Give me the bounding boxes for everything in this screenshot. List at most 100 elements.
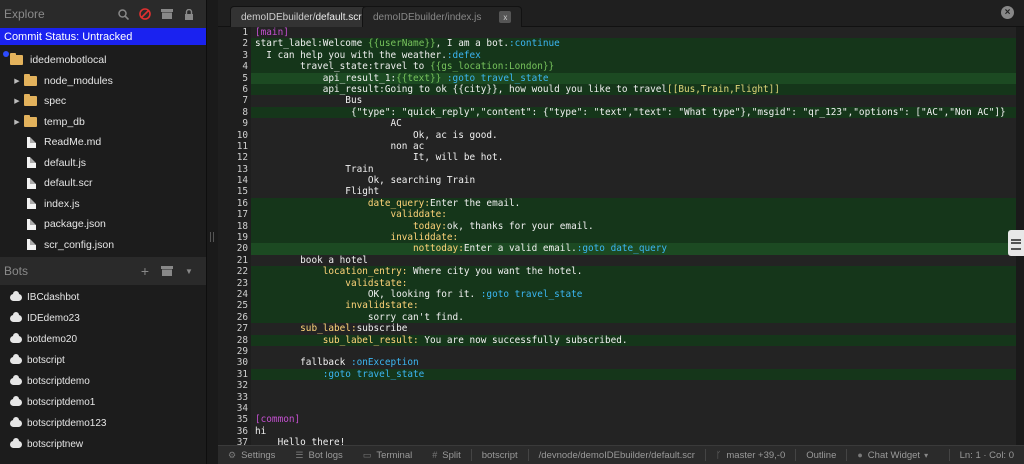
line-number: 29 <box>218 345 251 358</box>
tree-file[interactable]: default.js <box>0 153 206 174</box>
bot-name: botscriptnew <box>27 439 84 450</box>
code-token: Enter a valid email. <box>463 243 577 255</box>
bot-list-item[interactable]: botscriptdemo1 <box>0 392 206 413</box>
split-button[interactable]: # Split <box>422 446 471 464</box>
code-line[interactable]: 37 Hello there! <box>218 437 1016 445</box>
panel-splitter[interactable] <box>207 0 218 464</box>
bot-list-item[interactable]: botscriptdemo <box>0 371 206 392</box>
bot-list-item[interactable]: IDEdemo23 <box>0 308 206 329</box>
terminal-label: Terminal <box>376 449 413 461</box>
bot-list-item[interactable]: botdemo20 <box>0 329 206 350</box>
split-icon: # <box>432 450 438 460</box>
code-line[interactable]: 8 {"type": "quick_reply","content": {"ty… <box>218 106 1016 119</box>
code-line[interactable]: 14 Ok, searching Train <box>218 175 1016 187</box>
bot-logs-button[interactable]: ☰ Bot logs <box>285 446 352 464</box>
add-bot-icon[interactable]: + <box>134 261 156 281</box>
code-line[interactable]: 12 It, will be hot. <box>218 152 1016 164</box>
commit-status[interactable]: Commit Status: Untracked <box>0 28 206 45</box>
bot-name: botscriptdemo123 <box>27 418 107 429</box>
code-line[interactable]: 17 validdate: <box>218 209 1016 221</box>
git-branch[interactable]: ᚴ master +39,-0 <box>706 446 795 464</box>
chat-widget-button[interactable]: ● Chat Widget ▾ <box>847 446 938 464</box>
code-line[interactable]: 5 api_result_1:{{text}} :goto travel_sta… <box>218 72 1016 84</box>
code-line[interactable]: 9 AC <box>218 118 1016 130</box>
code-token: Ok, searching Train <box>255 175 476 187</box>
line-number: 28 <box>218 334 251 346</box>
code-line[interactable]: 18 today:ok, thanks for your email. <box>218 220 1016 233</box>
search-icon[interactable] <box>112 4 134 24</box>
outline-button[interactable]: Outline <box>796 446 846 464</box>
code-line[interactable]: 1 [main] <box>218 27 1016 39</box>
line-number: 30 <box>218 357 251 369</box>
code-line[interactable]: 24 OK, looking for it. :goto travel_stat… <box>218 288 1016 301</box>
code-line[interactable]: 11 non ac <box>218 140 1016 153</box>
bot-name: botscriptdemo <box>27 376 90 387</box>
code-line[interactable]: 10 Ok, ac is good. <box>218 129 1016 141</box>
chevron-right-icon[interactable]: ▶ <box>10 118 24 126</box>
tree-file[interactable]: index.js <box>0 194 206 215</box>
code-line[interactable]: 26 sorry can't find. <box>218 311 1016 324</box>
code-line[interactable]: 16 date_query:Enter the email. <box>218 197 1016 210</box>
code-text: Ok, searching Train <box>251 175 1016 186</box>
tree-item-label: ReadMe.md <box>44 136 102 149</box>
code-line[interactable]: 29 <box>218 345 1016 358</box>
bot-list-item[interactable]: IBCdashbot <box>0 287 206 308</box>
bot-selector[interactable]: botscript <box>472 446 528 464</box>
no-entry-icon[interactable] <box>134 4 156 24</box>
code-line[interactable]: 33 <box>218 391 1016 403</box>
package-icon[interactable] <box>156 261 178 281</box>
chevron-right-icon[interactable]: ▶ <box>10 77 24 85</box>
code-line[interactable]: 23 validstate: <box>218 277 1016 289</box>
tree-file[interactable]: package.json <box>0 214 206 235</box>
code-line[interactable]: 7 Bus <box>218 95 1016 107</box>
terminal-button[interactable]: ▭ Terminal <box>353 446 422 464</box>
bot-name: botscriptdemo1 <box>27 397 96 408</box>
code-line[interactable]: 20 nottoday:Enter a valid email.:goto da… <box>218 243 1016 255</box>
bot-list-item[interactable]: botscript <box>0 350 206 371</box>
tree-file[interactable]: scr_config.json <box>0 235 206 256</box>
close-editor-icon[interactable]: × <box>1001 6 1014 19</box>
code-line[interactable]: 2 start_label:Welcome {{userName}}, I am … <box>218 38 1016 50</box>
close-icon[interactable]: x <box>499 11 512 23</box>
menu-handle-icon[interactable] <box>1008 230 1024 256</box>
code-line[interactable]: 35 [common] <box>218 414 1016 426</box>
tree-file[interactable]: ReadMe.md <box>0 132 206 153</box>
code-token: {{text}} <box>396 72 442 84</box>
bot-list-item[interactable]: botscriptnew <box>0 434 206 455</box>
tree-folder[interactable]: ▶ node_modules <box>0 71 206 92</box>
line-number: 34 <box>218 402 251 415</box>
code-line[interactable]: 31 :goto travel_state <box>218 368 1016 381</box>
package-icon[interactable] <box>156 4 178 24</box>
code-line[interactable]: 28 sub_label_result: You are now success… <box>218 334 1016 346</box>
code-line[interactable]: 27 sub_label:subscribe <box>218 323 1016 335</box>
code-line[interactable]: 25 invalidstate: <box>218 300 1016 312</box>
code-line[interactable]: 4 travel_state:travel to {{gs_location:L… <box>218 61 1016 73</box>
tree-folder[interactable]: idedemobotlocal <box>0 50 206 71</box>
code-line[interactable]: 19 invaliddate: <box>218 232 1016 244</box>
code-line[interactable]: 15 Flight <box>218 186 1016 198</box>
tab-prefix: demoIDEbuilder/ <box>241 11 316 23</box>
settings-button[interactable]: ⚙ Settings <box>218 446 285 464</box>
code-line[interactable]: 13 Train <box>218 163 1016 176</box>
code-line[interactable]: 30 fallback :onException <box>218 357 1016 369</box>
code-line[interactable]: 32 <box>218 380 1016 392</box>
code-line[interactable]: 21 book a hotel <box>218 254 1016 267</box>
code-editor[interactable]: 1 [main] 2 start_label:Welcome {{userName}}… <box>218 27 1016 445</box>
tree-folder[interactable]: ▶ spec <box>0 91 206 112</box>
code-line[interactable]: 34 <box>218 402 1016 415</box>
folder-icon <box>24 114 37 127</box>
bot-name: IDEdemo23 <box>27 313 80 324</box>
code-line[interactable]: 22 location_entry: Where city you want t… <box>218 266 1016 278</box>
folder-icon <box>10 53 23 66</box>
chevron-down-icon[interactable]: ▼ <box>178 261 200 281</box>
bot-list-item[interactable]: botscriptdemo123 <box>0 413 206 434</box>
tree-file[interactable]: default.scr <box>0 173 206 194</box>
lock-icon[interactable] <box>178 4 200 24</box>
code-line[interactable]: 6 api_result:Going to ok {{city}}, how w… <box>218 83 1016 96</box>
tab-index-js[interactable]: demoIDEbuilder/index.js x <box>362 6 523 27</box>
code-line[interactable]: 3 I can help you with the weather.:defex <box>218 49 1016 62</box>
code-line[interactable]: 36 hi <box>218 425 1016 438</box>
chevron-right-icon[interactable]: ▶ <box>10 97 24 105</box>
tree-folder[interactable]: ▶ temp_db <box>0 112 206 133</box>
